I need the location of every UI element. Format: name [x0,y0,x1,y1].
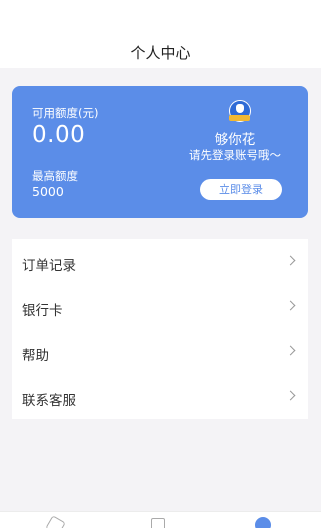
menu-list: 订单记录 银行卡 帮助 联系客服 [12,239,308,419]
menu-item-orders[interactable]: 订单记录 [12,239,308,284]
menu-item-customer-service[interactable]: 联系客服 [12,374,308,419]
login-prompt: 请先登录账号哦～ [189,148,281,162]
menu-item-bank-card[interactable]: 银行卡 [12,284,308,329]
max-credit-value: 5000 [32,184,64,199]
max-credit-label: 最高额度 [32,169,78,183]
chevron-right-icon [285,300,296,311]
app-name: 够你花 [214,132,256,148]
menu-item-help[interactable]: 帮助 [12,329,308,374]
top-nav-bar: 个人中心 [0,0,321,68]
available-credit-value: 0.00 [32,122,86,148]
chevron-right-icon [285,345,296,356]
login-button[interactable]: 立即登录 [200,179,282,200]
menu-item-label: 帮助 [22,348,49,364]
menu-item-label: 银行卡 [22,303,63,319]
menu-item-label: 订单记录 [22,258,76,274]
page-title: 个人中心 [130,44,191,62]
menu-item-label: 联系客服 [22,393,76,409]
document-icon[interactable] [151,518,165,528]
credit-card-panel: 可用额度(元) 0.00 最高额度 5000 够你花 请先登录账号哦～ 立即登录 [12,86,308,218]
home-icon[interactable] [45,515,66,528]
money-bag-icon [229,100,251,122]
chevron-right-icon [285,390,296,401]
profile-icon[interactable] [255,517,271,528]
available-credit-label: 可用额度(元) [32,106,99,120]
chevron-right-icon [285,255,296,266]
bottom-tab-bar [0,511,321,528]
